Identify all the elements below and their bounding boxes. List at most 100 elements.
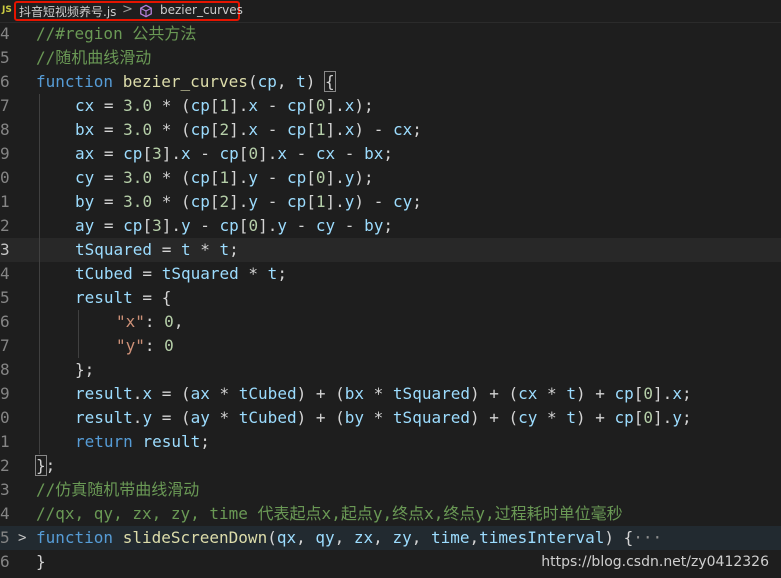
token: cx bbox=[315, 144, 336, 163]
token: [ bbox=[306, 168, 316, 187]
token: return bbox=[75, 432, 133, 451]
code-line[interactable]: 0 cy = 3.0 * (cp[1].y - cp[0].y); bbox=[0, 166, 781, 190]
token: cx bbox=[518, 384, 538, 403]
token: 3.0 bbox=[123, 96, 153, 115]
token: tCubed bbox=[238, 408, 297, 427]
token: 1 bbox=[315, 192, 326, 211]
token: = bbox=[94, 192, 124, 211]
comment: //#region 公共方法 bbox=[36, 24, 197, 43]
code-line[interactable]: 8 bx = 3.0 * (cp[2].x - cp[1].x) - cx; bbox=[0, 118, 781, 142]
token: y bbox=[180, 216, 191, 235]
token: ]. bbox=[653, 384, 673, 403]
token: 3.0 bbox=[123, 192, 153, 211]
token: x bbox=[248, 120, 259, 139]
token: [ bbox=[238, 216, 249, 235]
breadcrumb-bar: JS 抖音短视频养号.js > bezier_curves bbox=[0, 0, 781, 23]
token: - bbox=[190, 144, 220, 163]
line-number: 0 bbox=[0, 168, 10, 187]
token: ]. bbox=[325, 168, 345, 187]
token: - bbox=[335, 216, 365, 235]
token: y bbox=[344, 192, 355, 211]
token: = bbox=[94, 168, 124, 187]
token: ]. bbox=[229, 192, 249, 211]
code-line[interactable]: 4 //qx, qy, zx, zy, time 代表起点x,起点y,终点x,终… bbox=[0, 502, 781, 526]
code-line[interactable]: 3 //仿真随机带曲线滑动 bbox=[0, 478, 781, 502]
code-line-current[interactable]: 3 tSquared = t * t; bbox=[0, 238, 781, 262]
indent-guide bbox=[78, 310, 79, 334]
token: cp bbox=[123, 216, 143, 235]
code-line[interactable]: 5 result = { bbox=[0, 286, 781, 310]
code-line[interactable]: 4 //#region 公共方法 bbox=[0, 22, 781, 46]
breadcrumb-symbol[interactable]: bezier_curves bbox=[160, 3, 243, 17]
token: = bbox=[94, 96, 124, 115]
token: * ( bbox=[152, 96, 191, 115]
code-line[interactable]: 2 ay = cp[3].y - cp[0].y - cy - by; bbox=[0, 214, 781, 238]
token: [ bbox=[306, 96, 316, 115]
token: t bbox=[180, 240, 191, 259]
token: ) + ( bbox=[469, 408, 519, 427]
code-line[interactable]: 9 result.x = (ax * tCubed) + (bx * tSqua… bbox=[0, 382, 781, 406]
code-line[interactable]: 9 ax = cp[3].x - cp[0].x - cx - bx; bbox=[0, 142, 781, 166]
token: 1 bbox=[219, 96, 230, 115]
token: 1 bbox=[315, 120, 326, 139]
function-name: bezier_curves bbox=[122, 72, 248, 91]
token: cp bbox=[286, 168, 307, 187]
keyword: function bbox=[36, 72, 114, 91]
breadcrumb-separator: > bbox=[122, 2, 133, 17]
token: ; bbox=[412, 192, 422, 211]
code-line[interactable]: 5 //随机曲线滑动 bbox=[0, 46, 781, 70]
code-line[interactable]: 0 result.y = (ay * tCubed) + (by * tSqua… bbox=[0, 406, 781, 430]
token: - bbox=[286, 144, 316, 163]
code-line[interactable]: 8 }; bbox=[0, 358, 781, 382]
code-line[interactable]: 6 "x": 0, bbox=[0, 310, 781, 334]
token: = bbox=[132, 264, 162, 283]
token: 3.0 bbox=[123, 120, 153, 139]
code-line[interactable]: 7 "y": 0 bbox=[0, 334, 781, 358]
token: ; bbox=[681, 384, 692, 403]
token: = bbox=[94, 120, 124, 139]
code-line[interactable]: 1 return result; bbox=[0, 430, 781, 454]
symbol-method-icon bbox=[140, 4, 152, 18]
indent-guide bbox=[39, 142, 40, 166]
code-line[interactable]: 7 cx = 3.0 * (cp[1].x - cp[0].x); bbox=[0, 94, 781, 118]
token: - bbox=[258, 192, 287, 211]
token: y bbox=[248, 192, 259, 211]
token: tSquared bbox=[161, 264, 239, 283]
breadcrumb-file[interactable]: 抖音短视频养号.js bbox=[19, 3, 116, 20]
code-line[interactable]: 1 by = 3.0 * (cp[2].y - cp[1].y) - cy; bbox=[0, 190, 781, 214]
token: [ bbox=[142, 144, 153, 163]
token: y bbox=[248, 168, 259, 187]
indent-guide bbox=[39, 190, 40, 214]
token: * bbox=[364, 384, 393, 403]
token: x bbox=[248, 96, 259, 115]
token: ; bbox=[200, 432, 210, 451]
token: y bbox=[142, 408, 153, 427]
code-line[interactable]: 4 tCubed = tSquared * t; bbox=[0, 262, 781, 286]
token: tCubed bbox=[75, 264, 133, 283]
indent-guide bbox=[39, 406, 40, 430]
code-line[interactable]: 2 }; bbox=[0, 454, 781, 478]
code-area[interactable]: 4 //#region 公共方法 5 //随机曲线滑动 6 function b… bbox=[0, 22, 781, 578]
js-file-icon: JS bbox=[2, 5, 12, 15]
chevron-right-icon[interactable]: > bbox=[18, 526, 32, 550]
token: by bbox=[344, 408, 365, 427]
code-line[interactable]: 6 function bezier_curves(cp, t) { bbox=[0, 70, 781, 94]
token: 3 bbox=[152, 216, 162, 235]
token: ) + ( bbox=[469, 384, 519, 403]
token: ]. bbox=[325, 120, 345, 139]
line-number: 0 bbox=[0, 408, 10, 427]
token: ; bbox=[277, 264, 287, 283]
token: ]. bbox=[325, 96, 345, 115]
code-line-folded[interactable]: 5 > function slideScreenDown(qx, qy, zx,… bbox=[0, 526, 781, 550]
line-number: 6 bbox=[0, 552, 10, 571]
folded-ellipsis[interactable]: ··· bbox=[633, 528, 662, 547]
token: . bbox=[132, 384, 143, 403]
token: ; bbox=[412, 120, 422, 139]
token: [ bbox=[633, 384, 644, 403]
token: 2 bbox=[219, 120, 230, 139]
code-editor[interactable]: JS 抖音短视频养号.js > bezier_curves 4 //#regio… bbox=[0, 0, 781, 578]
token: 0 bbox=[164, 312, 174, 331]
token: bx bbox=[344, 384, 365, 403]
token: , bbox=[173, 312, 184, 331]
